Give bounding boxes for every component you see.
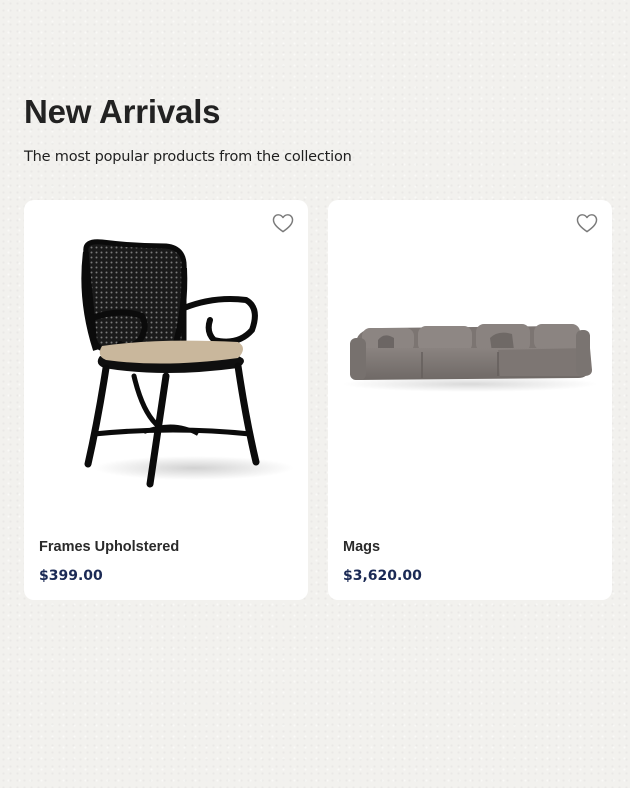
favorite-button[interactable] (576, 212, 598, 234)
favorite-button[interactable] (272, 212, 294, 234)
section-title: New Arrivals (24, 93, 221, 130)
product-card-mags[interactable]: Mags $3,620.00 (328, 200, 612, 600)
product-image-armchair[interactable] (24, 200, 308, 520)
product-name[interactable]: Mags (343, 539, 380, 555)
sofa-illustration (342, 324, 598, 392)
product-price: $3,620.00 (343, 568, 422, 584)
product-price: $399.00 (39, 568, 103, 584)
section-subtitle: The most popular products from the colle… (24, 149, 352, 165)
product-name[interactable]: Frames Upholstered (39, 539, 179, 555)
product-grid: Frames Upholstered $399.00 Mags $3,620.0… (24, 200, 612, 600)
armchair-illustration (81, 239, 294, 488)
heart-outline-icon (576, 214, 598, 233)
product-image-sofa[interactable] (328, 200, 612, 520)
product-card-frames-upholstered[interactable]: Frames Upholstered $399.00 (24, 200, 308, 600)
heart-outline-icon (272, 214, 294, 233)
new-arrivals-section: New Arrivals The most popular products f… (24, 92, 612, 168)
